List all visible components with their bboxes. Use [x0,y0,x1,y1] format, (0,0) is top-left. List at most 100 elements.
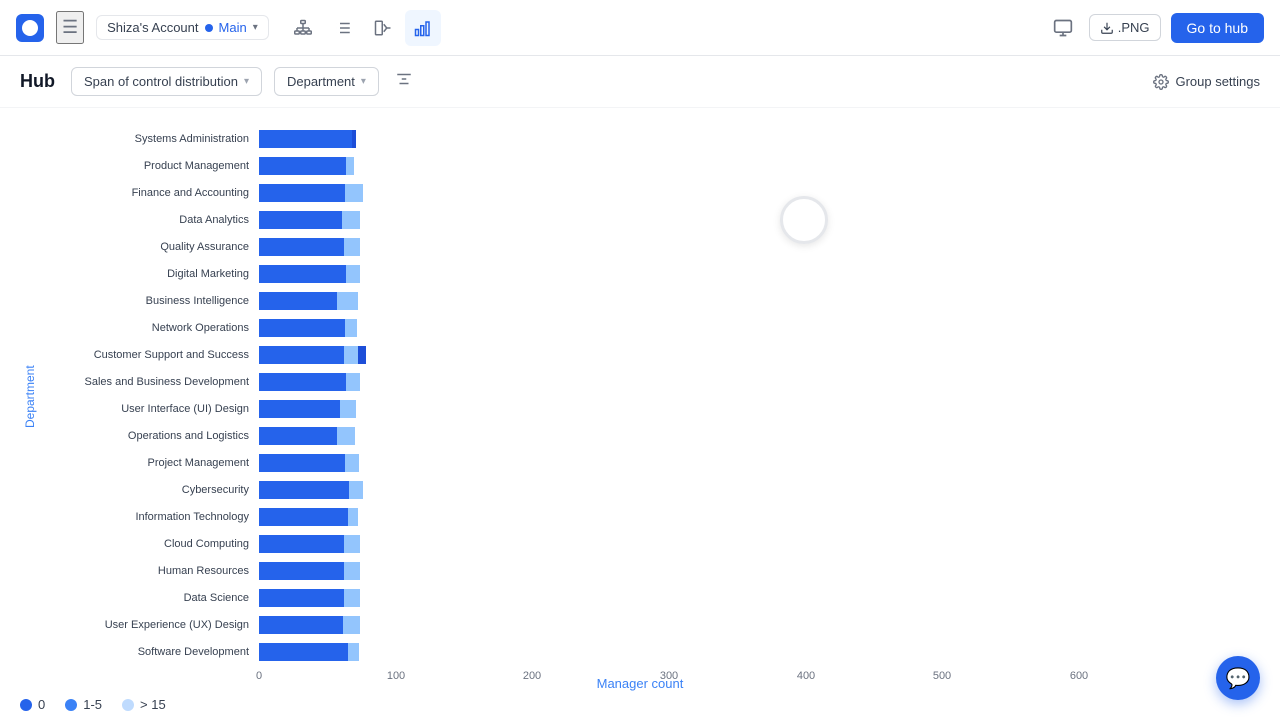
chart-type-dropdown[interactable]: Span of control distribution ▾ [71,67,262,96]
bar-row: Quality Assurance [44,234,1260,260]
chart-area: Department Systems AdministrationProduct… [0,116,1280,668]
bar-segment-light [349,481,363,499]
bar-container [259,535,1260,553]
top-nav: ☰ Shiza's Account Main ▾ .PNG Go to hub [0,0,1280,56]
bar-row: Data Analytics [44,207,1260,233]
branch-dot [205,24,213,32]
bar-segment-main [259,481,349,499]
hamburger-menu[interactable]: ☰ [56,11,84,44]
bar-label: Product Management [44,160,259,172]
chart-inner: Systems Administration Product Management… [44,126,1260,668]
bar-container [259,346,1260,364]
bar-segment-main [259,427,337,445]
legend-dot [20,699,32,711]
account-selector[interactable]: Shiza's Account Main ▾ [96,15,269,40]
chat-fab-button[interactable]: 💬 [1216,656,1260,700]
bar-row: Cloud Computing [44,531,1260,557]
x-tick-label: 600 [1070,670,1088,682]
bar-label: User Interface (UI) Design [44,403,259,415]
list-view-icon[interactable] [325,10,361,46]
bar-row: Cybersecurity [44,477,1260,503]
bar-label: Systems Administration [44,133,259,145]
filter-icon[interactable] [391,66,417,97]
chevron-down-icon: ▾ [253,22,258,33]
bar-label: Software Development [44,646,259,658]
org-chart-icon[interactable] [285,10,321,46]
png-export-button[interactable]: .PNG [1089,14,1161,41]
branch-name: Main [219,20,247,35]
bar-segment-light [345,454,359,472]
monitor-icon[interactable] [1047,12,1079,44]
bar-segment-main [259,157,346,175]
bar-segment-main [259,373,346,391]
bar-label: Information Technology [44,511,259,523]
bar-row: Project Management [44,450,1260,476]
bar-row: Finance and Accounting [44,180,1260,206]
go-to-hub-button[interactable]: Go to hub [1171,13,1265,43]
bar-label: Customer Support and Success [44,349,259,361]
bar-label: Quality Assurance [44,241,259,253]
group-by-dropdown[interactable]: Department ▾ [274,67,379,96]
bar-container [259,643,1260,661]
bar-segment-light [348,508,358,526]
bar-label: Network Operations [44,322,259,334]
bar-container [259,616,1260,634]
bar-segment-light [340,400,356,418]
bar-segment-main [259,265,346,283]
hub-title: Hub [20,71,55,92]
bar-segment-main [259,589,344,607]
legend-item: 1-5 [65,697,102,712]
bar-container [259,265,1260,283]
bar-container [259,589,1260,607]
bar-label: Data Science [44,592,259,604]
bar-row: Customer Support and Success [44,342,1260,368]
bar-container [259,562,1260,580]
x-tick-label: 100 [387,670,405,682]
bar-container [259,508,1260,526]
bar-row: Network Operations [44,315,1260,341]
bar-segment-light [346,373,360,391]
bar-row: Operations and Logistics [44,423,1260,449]
account-name: Shiza's Account [107,20,198,35]
bar-label: Operations and Logistics [44,430,259,442]
nav-tool-icons [285,10,441,46]
bar-segment-light [346,265,360,283]
x-tick-label: 200 [523,670,541,682]
app-logo [16,14,44,42]
bar-row: Product Management [44,153,1260,179]
legend-item: 0 [20,697,45,712]
bar-segment-main [259,238,344,256]
bar-segment-light [348,643,359,661]
bar-segment-main [259,130,352,148]
nav-right-actions: .PNG Go to hub [1047,12,1264,44]
bar-label: Project Management [44,457,259,469]
compare-icon[interactable] [365,10,401,46]
bar-segment-main [259,292,337,310]
bar-segment-light [344,589,360,607]
legend: 0 1-5 > 15 [0,697,1280,712]
hub-header: Hub Span of control distribution ▾ Depar… [0,56,1280,108]
bar-container [259,157,1260,175]
group-settings-button[interactable]: Group settings [1153,74,1260,90]
bar-segment-dark [358,346,366,364]
chart-view-icon[interactable] [405,10,441,46]
bar-label: Data Analytics [44,214,259,226]
legend-label: 0 [38,697,45,712]
bar-row: User Interface (UI) Design [44,396,1260,422]
bar-row: Human Resources [44,558,1260,584]
bar-segment-light [337,427,355,445]
bar-container [259,427,1260,445]
png-label: .PNG [1118,20,1150,35]
legend-item: > 15 [122,697,166,712]
bar-segment-main [259,319,345,337]
bar-segment-light [337,292,358,310]
bar-segment-main [259,184,345,202]
bar-segment-light [343,616,360,634]
bar-segment-main [259,346,344,364]
bar-segment-light [345,319,357,337]
bar-container [259,238,1260,256]
bar-label: Cybersecurity [44,484,259,496]
bar-label: Business Intelligence [44,295,259,307]
bar-segment-main [259,508,348,526]
bar-container [259,292,1260,310]
